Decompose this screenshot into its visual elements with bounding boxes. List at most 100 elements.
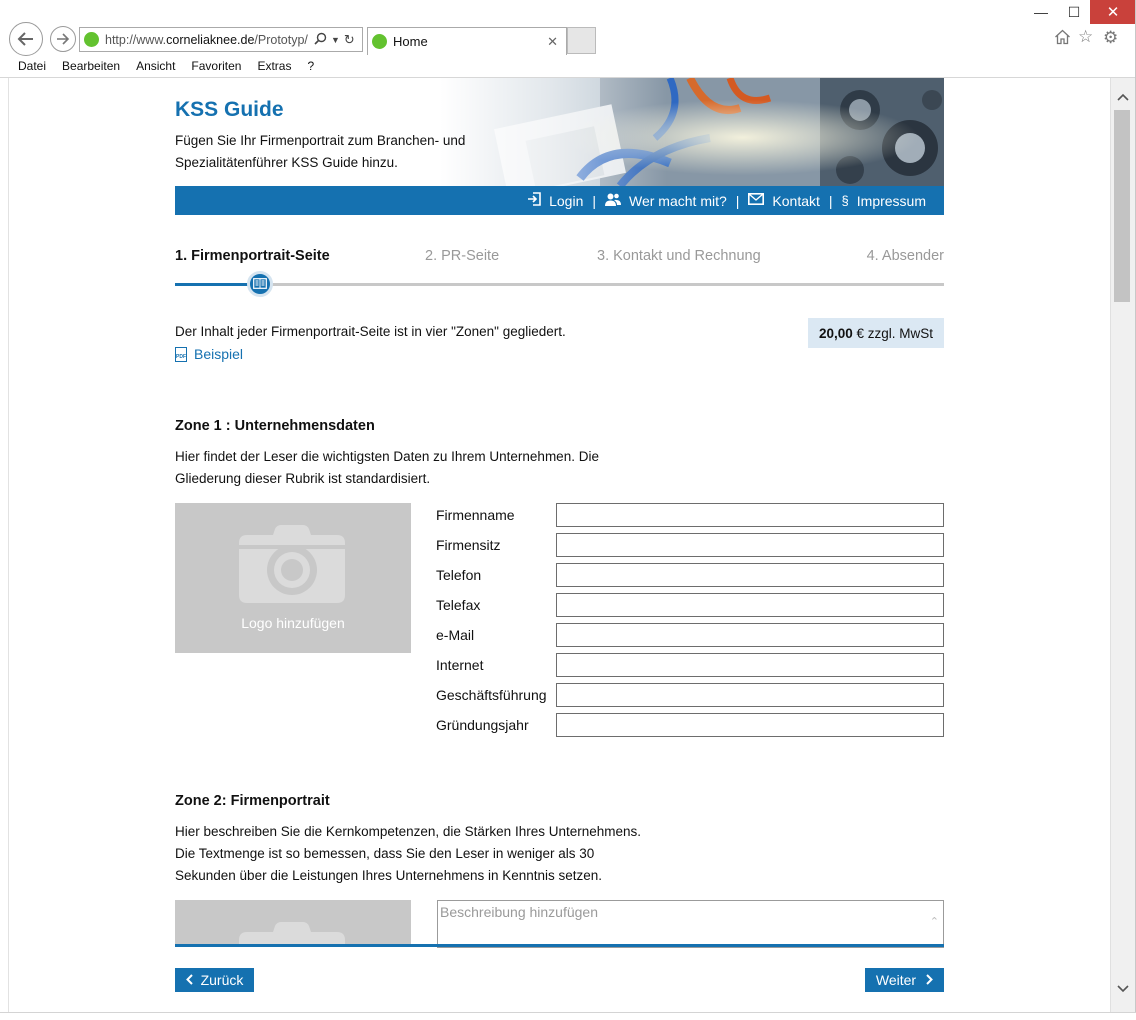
menu-item-ansicht[interactable]: Ansicht [136, 56, 175, 77]
chevron-right-icon [926, 972, 934, 988]
nav-participants[interactable]: Wer macht mit? [605, 193, 727, 209]
nav-participants-label[interactable]: Wer macht mit? [629, 193, 727, 209]
example-link[interactable]: PDF Beispiel [175, 346, 243, 362]
scroll-up-icon[interactable] [1111, 86, 1135, 108]
site-subtitle: Fügen Sie Ihr Firmenportrait zum Branche… [175, 133, 466, 170]
users-icon [605, 193, 621, 209]
nav-login-label[interactable]: Login [549, 193, 583, 209]
price-badge: 20,00 € zzgl. MwSt [808, 318, 944, 348]
menu-item-datei[interactable]: Datei [18, 56, 46, 77]
window-frame-left [0, 78, 9, 1020]
back-button[interactable]: Zurück [175, 968, 254, 992]
management-input[interactable] [556, 683, 944, 707]
nav-separator: | [828, 192, 833, 209]
close-icon[interactable]: ✕ [1090, 0, 1136, 24]
step-3-label[interactable]: 3. Kontakt und Rechnung [597, 248, 761, 264]
dropdown-arrow-icon[interactable]: ▼ [331, 35, 340, 45]
menu-item-bearbeiten[interactable]: Bearbeiten [62, 56, 120, 77]
field-row-company: Firmenname [436, 503, 944, 527]
description-textarea[interactable]: Beschreibung hinzufügen ⌃ [437, 900, 944, 948]
tab-title: Home [393, 34, 428, 49]
zone2-desc-line: Sekunden über die Leistungen Ihres Unter… [175, 868, 603, 883]
tab-favicon-icon [372, 34, 387, 49]
section-sign-icon: § [841, 193, 849, 208]
zone1-description: Hier findet der Leser die wichtigsten Da… [175, 446, 645, 490]
zone1-title: Zone 1 : Unternehmensdaten [175, 418, 375, 434]
address-bar[interactable]: http://www.corneliaknee.de/Prototyp/ ▼ ↻ [79, 27, 363, 52]
nav-contact[interactable]: Kontakt [748, 193, 820, 209]
menu-item-favoriten[interactable]: Favoriten [191, 56, 241, 77]
nav-imprint-label[interactable]: Impressum [857, 193, 926, 209]
logo-upload[interactable]: Logo hinzufügen [175, 503, 411, 653]
tab-close-icon[interactable]: ✕ [547, 34, 558, 50]
address-url[interactable]: http://www.corneliaknee.de/Prototyp/ [105, 33, 310, 47]
intro-text: Der Inhalt jeder Firmenportrait-Seite is… [175, 324, 566, 339]
menu-item-extras[interactable]: Extras [257, 56, 291, 77]
nav-imprint[interactable]: § Impressum [842, 193, 926, 209]
management-label: Geschäftsführung [436, 687, 547, 703]
step-1-label[interactable]: 1. Firmenportrait-Seite [175, 248, 330, 264]
browser-tab[interactable]: Home ✕ [367, 27, 567, 55]
website-input[interactable] [556, 653, 944, 677]
progress-knob [247, 271, 273, 297]
page-scrollbar[interactable] [1110, 78, 1135, 1012]
search-icon[interactable] [314, 32, 327, 48]
company-seat-label: Firmensitz [436, 537, 501, 553]
zone1-desc-line: Gliederung dieser Rubrik ist standardisi… [175, 471, 431, 486]
price-suffix: € zzgl. MwSt [852, 325, 934, 341]
scroll-down-icon[interactable] [1111, 978, 1135, 1000]
step-progress-bar [175, 271, 944, 297]
browser-chrome: — ☐ ✕ http://www.corneliaknee.de/Prototy… [0, 0, 1136, 78]
step-indicator: 1. Firmenportrait-Seite 2. PR-Seite 3. K… [175, 248, 944, 270]
example-link-label[interactable]: Beispiel [194, 346, 243, 362]
back-button-label[interactable]: Zurück [201, 972, 244, 988]
maximize-icon[interactable]: ☐ [1055, 0, 1093, 24]
header-machinery-image [440, 78, 944, 186]
zone2-desc-line: Die Textmenge ist so bemessen, dass Sie … [175, 846, 595, 861]
forward-arrow-icon[interactable] [50, 26, 76, 52]
nav-login[interactable]: Login [527, 192, 583, 209]
next-button-label[interactable]: Weiter [876, 972, 916, 988]
founding-year-input[interactable] [556, 713, 944, 737]
website-label: Internet [436, 657, 484, 673]
phone-label: Telefon [436, 567, 482, 583]
step-4-label[interactable]: 4. Absender [867, 248, 944, 264]
founding-year-label: Gründungsjahr [436, 717, 529, 733]
logo-upload-label[interactable]: Logo hinzufügen [175, 615, 411, 631]
textarea-scroll-up-icon[interactable]: ⌃ [930, 915, 939, 928]
company-name-input[interactable] [556, 503, 944, 527]
camera-icon [239, 525, 345, 603]
window-frame-bottom [0, 1012, 1136, 1020]
camera-icon [239, 922, 345, 944]
zone2-title: Zone 2: Firmenportrait [175, 793, 330, 809]
menu-item-help[interactable]: ? [307, 56, 314, 77]
favorites-star-icon[interactable]: ☆ [1078, 27, 1093, 47]
refresh-icon[interactable]: ↻ [344, 32, 355, 48]
price-amount: 20,00 [818, 325, 853, 341]
site-title[interactable]: KSS Guide [175, 98, 284, 122]
nav-separator: | [592, 192, 596, 209]
email-input[interactable] [556, 623, 944, 647]
scrollbar-thumb[interactable] [1114, 110, 1130, 302]
login-icon [527, 192, 541, 209]
menu-bar: Datei Bearbeiten Ansicht Favoriten Extra… [0, 56, 1136, 77]
pdf-icon: PDF [175, 346, 187, 362]
field-row-founded: Gründungsjahr [436, 713, 944, 737]
field-row-management: Geschäftsführung [436, 683, 944, 707]
site-header: KSS Guide Fügen Sie Ihr Firmenportrait z… [175, 78, 944, 186]
gear-icon[interactable]: ⚙ [1103, 28, 1118, 48]
company-name-label: Firmenname [436, 507, 515, 523]
nav-contact-label[interactable]: Kontakt [772, 193, 819, 209]
field-row-fax: Telefax [436, 593, 944, 617]
envelope-icon [748, 193, 765, 208]
step-2-label[interactable]: 2. PR-Seite [425, 248, 499, 264]
zone1-desc-line: Hier findet der Leser die wichtigsten Da… [175, 449, 599, 464]
company-seat-input[interactable] [556, 533, 944, 557]
portrait-image-upload[interactable] [175, 900, 411, 944]
back-arrow-icon[interactable] [9, 22, 43, 56]
new-tab-button[interactable] [567, 27, 596, 54]
next-button[interactable]: Weiter [865, 968, 944, 992]
fax-input[interactable] [556, 593, 944, 617]
home-icon[interactable] [1054, 29, 1071, 50]
phone-input[interactable] [556, 563, 944, 587]
